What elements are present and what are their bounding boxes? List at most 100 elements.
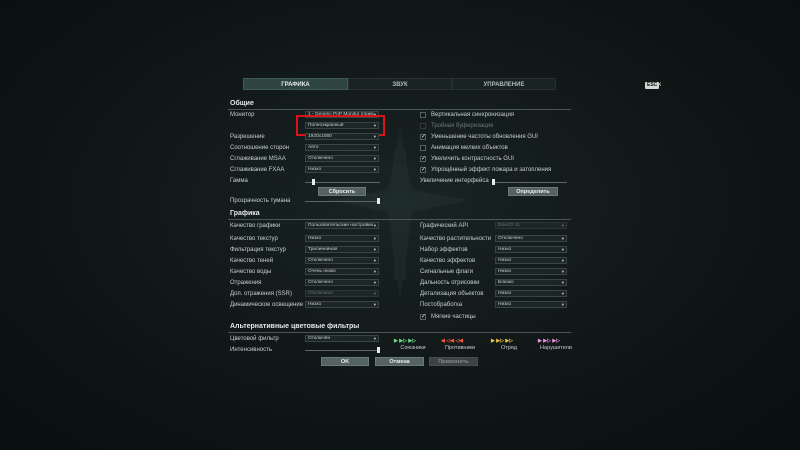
chevron-down-icon: ▾ [373,269,376,274]
water-label: Качество воды [230,269,272,275]
allies-color-icon: ▶ ▶▷ ▶▷ [394,338,417,344]
reflections-dropdown[interactable]: Отключено ▾ [305,279,379,286]
color-filter-dropdown[interactable]: Отключён ▾ [305,335,379,342]
chevron-down-icon: ▾ [561,236,564,241]
small-anim-checkbox[interactable] [420,145,426,151]
division-color-icon: ▶ ▶▷ ▶▷ [491,338,514,344]
draw-distance-dropdown[interactable]: Близко ▾ [495,279,567,286]
chevron-down-icon: ▾ [373,280,376,285]
chevron-down-icon: ▾ [373,167,376,172]
reflections-label: Отражения [230,280,262,286]
fog-slider-track[interactable] [305,201,380,202]
tab-controls[interactable]: УПРАВЛЕНИЕ [452,78,556,90]
detail-dropdown[interactable]: Низко ▾ [495,290,567,297]
fog-label: Прозрачность тумана [230,198,291,204]
divider [228,332,571,333]
tab-graphics[interactable]: ГРАФИКА [243,78,348,90]
reset-gamma-button[interactable]: Сбросить [318,187,366,196]
texture-filter-dropdown[interactable]: Трилинейная ▾ [305,246,379,253]
chevron-down-icon: ▾ [373,336,376,341]
gamma-slider-handle[interactable] [312,179,316,185]
intensity-label: Интенсивность [230,347,273,353]
aspect-dropdown[interactable]: Авто ▾ [305,144,379,151]
gui-rate-checkbox[interactable]: ✓ [420,134,426,140]
dyn-light-dropdown[interactable]: Низко ▾ [305,301,379,308]
apply-button[interactable]: Применить [429,357,478,366]
enemies-color-icon: ◀ ◁◀ ◁◀ [441,338,464,344]
shadows-label: Качество теней [230,258,274,264]
tab-sound[interactable]: ЗВУК [348,78,452,90]
fire-effect-label: Упрощённый эффект пожара и затопления [431,167,552,173]
postprocess-dropdown[interactable]: Низко ▾ [495,301,567,308]
detect-button[interactable]: Определить [508,187,558,196]
ui-scale-slider-track[interactable] [492,182,567,183]
ok-button[interactable]: OK [321,357,369,366]
fxaa-dropdown[interactable]: Низко ▾ [305,166,379,173]
chevron-down-icon: ▾ [561,247,564,252]
chevron-down-icon: ▾ [561,269,564,274]
chevron-down-icon: ▾ [373,134,376,139]
gui-contrast-label: Увеличить контрастность GUI [431,156,514,162]
quality-label: Качество графики [230,223,281,229]
flags-label: Сигнальные флаги [420,269,473,275]
vegetation-dropdown[interactable]: Отключено ▾ [495,235,567,242]
aspect-label: Соотношение сторон [230,145,290,151]
api-label: Графический API [420,223,469,229]
effects-quality-dropdown[interactable]: Низко ▾ [495,257,567,264]
ssr-dropdown[interactable]: Отключено ▾ [305,290,379,297]
shadows-dropdown[interactable]: Отключено ▾ [305,257,379,264]
dyn-light-label: Динамическое освещение [230,302,304,308]
flags-dropdown[interactable]: Низко ▾ [495,268,567,275]
effects-set-dropdown[interactable]: Низко ▾ [495,246,567,253]
chevron-down-icon: ▾ [373,291,376,296]
legend-allies: Союзники [400,345,426,351]
effects-quality-label: Качество эффектов [420,258,476,264]
section-graphics-title: Графика [230,210,260,217]
gui-rate-label: Уменьшение частоты обновления GUI [431,134,538,140]
ui-scale-label: Увеличение интерфейса [420,178,489,184]
fog-slider-handle[interactable] [377,198,380,204]
vsync-label: Вертикальная синхронизация [431,112,515,118]
api-dropdown[interactable]: DirectX 11 ▾ [495,222,567,229]
gamma-slider-track[interactable] [305,182,380,183]
ssr-label: Доп. отражения (SSR) [230,291,292,297]
chevron-down-icon: ▾ [561,223,564,228]
chevron-down-icon: ▾ [373,247,376,252]
chevron-down-icon: ▾ [373,156,376,161]
triple-buffering-checkbox[interactable] [420,123,426,129]
intensity-slider-track[interactable] [305,350,380,351]
fire-effect-checkbox[interactable]: ✓ [420,167,426,173]
ui-scale-slider-handle[interactable] [492,179,495,185]
postprocess-label: Постобработка [420,302,463,308]
chevron-down-icon: ▾ [561,280,564,285]
section-general-title: Общие [230,100,254,107]
soft-particles-checkbox[interactable]: ✓ [420,314,426,320]
divider [228,109,571,110]
close-icon[interactable]: × [657,80,662,89]
legend-division: Отряд [501,345,517,351]
intensity-slider-handle[interactable] [377,347,380,353]
msaa-dropdown[interactable]: Отключено ▾ [305,155,379,162]
texture-quality-label: Качество текстур [230,236,278,242]
gamma-label: Гамма [230,178,248,184]
monitor-label: Монитор [230,112,255,118]
chevron-down-icon: ▾ [373,258,376,263]
water-dropdown[interactable]: Очень низко ▾ [305,268,379,275]
chevron-down-icon: ▾ [373,236,376,241]
section-filters-title: Альтернативные цветовые фильтры [230,323,360,330]
detail-label: Детализация объектов [420,291,484,297]
texture-quality-dropdown[interactable]: Низко ▾ [305,235,379,242]
chevron-down-icon: ▾ [373,302,376,307]
vegetation-label: Качество растительности [420,236,492,242]
cancel-button[interactable]: Отмена [375,357,424,366]
legend-enemies: Противники [444,345,476,351]
resolution-dropdown[interactable]: 1920x1080 ▾ [305,133,379,140]
legend-violators: Нарушители [540,345,572,351]
quality-dropdown[interactable]: Пользовательские настройки ▾ [305,222,379,229]
fxaa-label: Сглаживание FXAA [230,167,285,173]
gui-contrast-checkbox[interactable]: ✓ [420,156,426,162]
chevron-down-icon: ▾ [561,258,564,263]
texture-filter-label: Фильтрация текстур [230,247,286,253]
vsync-checkbox[interactable] [420,112,426,118]
divider [228,219,571,220]
